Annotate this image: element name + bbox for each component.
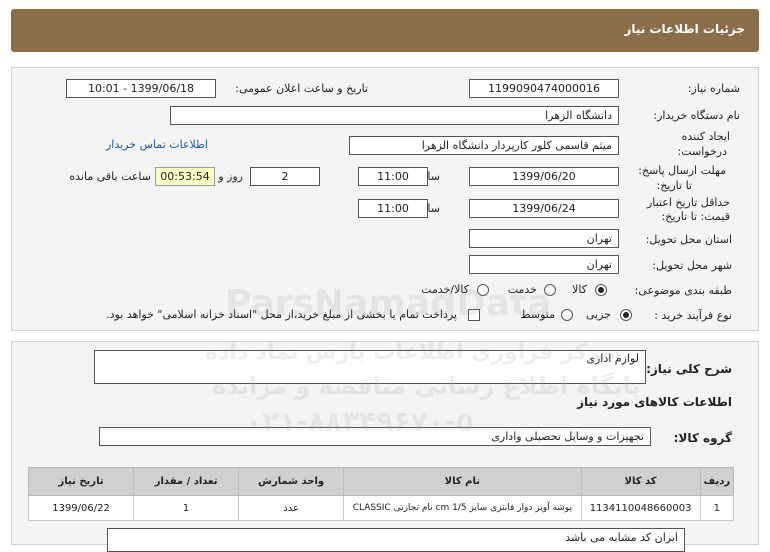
cell-row-number: 1 xyxy=(699,495,735,521)
category-option-goods-service: کالا/خدمت xyxy=(421,283,469,296)
cell-quantity: 1 xyxy=(133,495,240,521)
need-description-field: لوازم اداری xyxy=(94,350,646,384)
page-header: جزئیات اطلاعات نیاز xyxy=(11,9,759,52)
announce-label: تاریخ و ساعت اعلان عمومی: xyxy=(235,82,368,95)
reply-deadline-label-1: مهلت ارسال پاسخ: xyxy=(638,164,726,177)
creator-label-1: ایجاد کننده xyxy=(681,130,730,143)
process-label: نوع فرآیند خرید : xyxy=(654,309,732,322)
page-title: جزئیات اطلاعات نیاز xyxy=(624,22,745,36)
buyer-contact-link[interactable]: اطلاعات تماس خریدار xyxy=(106,138,208,151)
remaining-time-label: ساعت باقی مانده xyxy=(69,170,151,183)
table-row: 1 1134110048660003 پوشه آویز دوار فانتزی… xyxy=(27,495,735,521)
col-need-date: تاریخ نیاز xyxy=(27,467,135,496)
category-radio-service[interactable] xyxy=(544,284,556,296)
need-description-label: شرح کلی نیاز: xyxy=(646,362,732,376)
item-note-field: ایران کد مشابه می باشد xyxy=(107,528,685,552)
need-number-label: شماره نیاز: xyxy=(687,82,740,95)
reply-date-field: 1399/06/20 xyxy=(469,167,619,186)
goods-group-label: گروه کالا: xyxy=(673,431,732,445)
announce-field: 1399/06/18 - 10:01 xyxy=(66,79,216,98)
city-label: شهر محل تحویل: xyxy=(652,259,732,272)
price-validity-label-1: حداقل تاریخ اعتبار xyxy=(646,196,730,209)
category-radio-goods[interactable] xyxy=(595,284,607,296)
goods-group-field: تجهیزات و وسایل تحصیلی واداری xyxy=(99,427,651,446)
category-label: طبقه بندی موضوعی: xyxy=(634,284,732,297)
price-validity-label-2: قیمت: تا تاریخ: xyxy=(661,210,730,223)
cell-item-name: پوشه آویز دوار فانتزی سایز cm 1/5 نام تج… xyxy=(343,495,582,521)
days-label: روز و xyxy=(218,170,243,183)
price-time-field: 11:00 xyxy=(358,199,428,218)
process-radio-medium[interactable] xyxy=(561,309,573,321)
treasury-payment-checkbox[interactable] xyxy=(468,309,480,321)
province-label: استان محل تحویل: xyxy=(645,233,732,246)
goods-info-title: اطلاعات کالاهای مورد نیاز xyxy=(577,395,732,409)
need-number-field: 1199090474000016 xyxy=(469,79,619,98)
creator-label-2: درخواست: xyxy=(677,145,727,158)
buyer-org-field: دانشگاه الزهرا xyxy=(170,106,619,125)
col-item-code: کد کالا xyxy=(580,467,701,496)
cell-need-date: 1399/06/22 xyxy=(27,495,135,521)
buyer-org-label: نام دستگاه خریدار: xyxy=(653,109,740,122)
province-field: تهران xyxy=(469,229,619,248)
category-option-service: خدمت xyxy=(507,283,537,296)
category-radio-goods-service[interactable] xyxy=(477,284,489,296)
cell-item-code: 1134110048660003 xyxy=(580,495,701,521)
process-radio-minor[interactable] xyxy=(620,309,632,321)
creator-field: میثم قاسمی کلور کارپرداز دانشگاه الزهرا xyxy=(349,136,619,155)
col-item-name: نام کالا xyxy=(343,467,582,496)
reply-time-field: 11:00 xyxy=(358,167,428,186)
reply-deadline-label-2: تا تاریخ: xyxy=(656,179,692,192)
process-option-medium: متوسط xyxy=(520,308,555,321)
col-row-number: ردیف xyxy=(699,467,735,496)
col-unit: واحد شمارش xyxy=(238,467,345,496)
treasury-payment-note: پرداخت تمام یا بخشی از مبلغ خرید،از محل … xyxy=(106,308,457,321)
process-option-minor: جزیی xyxy=(585,308,611,321)
price-date-field: 1399/06/24 xyxy=(469,199,619,218)
cell-unit: عدد xyxy=(238,495,345,521)
col-quantity: تعداد / مقدار xyxy=(133,467,240,496)
items-table: ردیف کد کالا نام کالا واحد شمارش تعداد /… xyxy=(27,467,735,521)
city-field: تهران xyxy=(469,255,619,274)
items-table-header: ردیف کد کالا نام کالا واحد شمارش تعداد /… xyxy=(27,467,735,496)
remaining-time-field: 00:53:54 xyxy=(155,167,215,186)
days-remaining-field: 2 xyxy=(250,167,320,186)
category-option-goods: کالا xyxy=(572,283,587,296)
